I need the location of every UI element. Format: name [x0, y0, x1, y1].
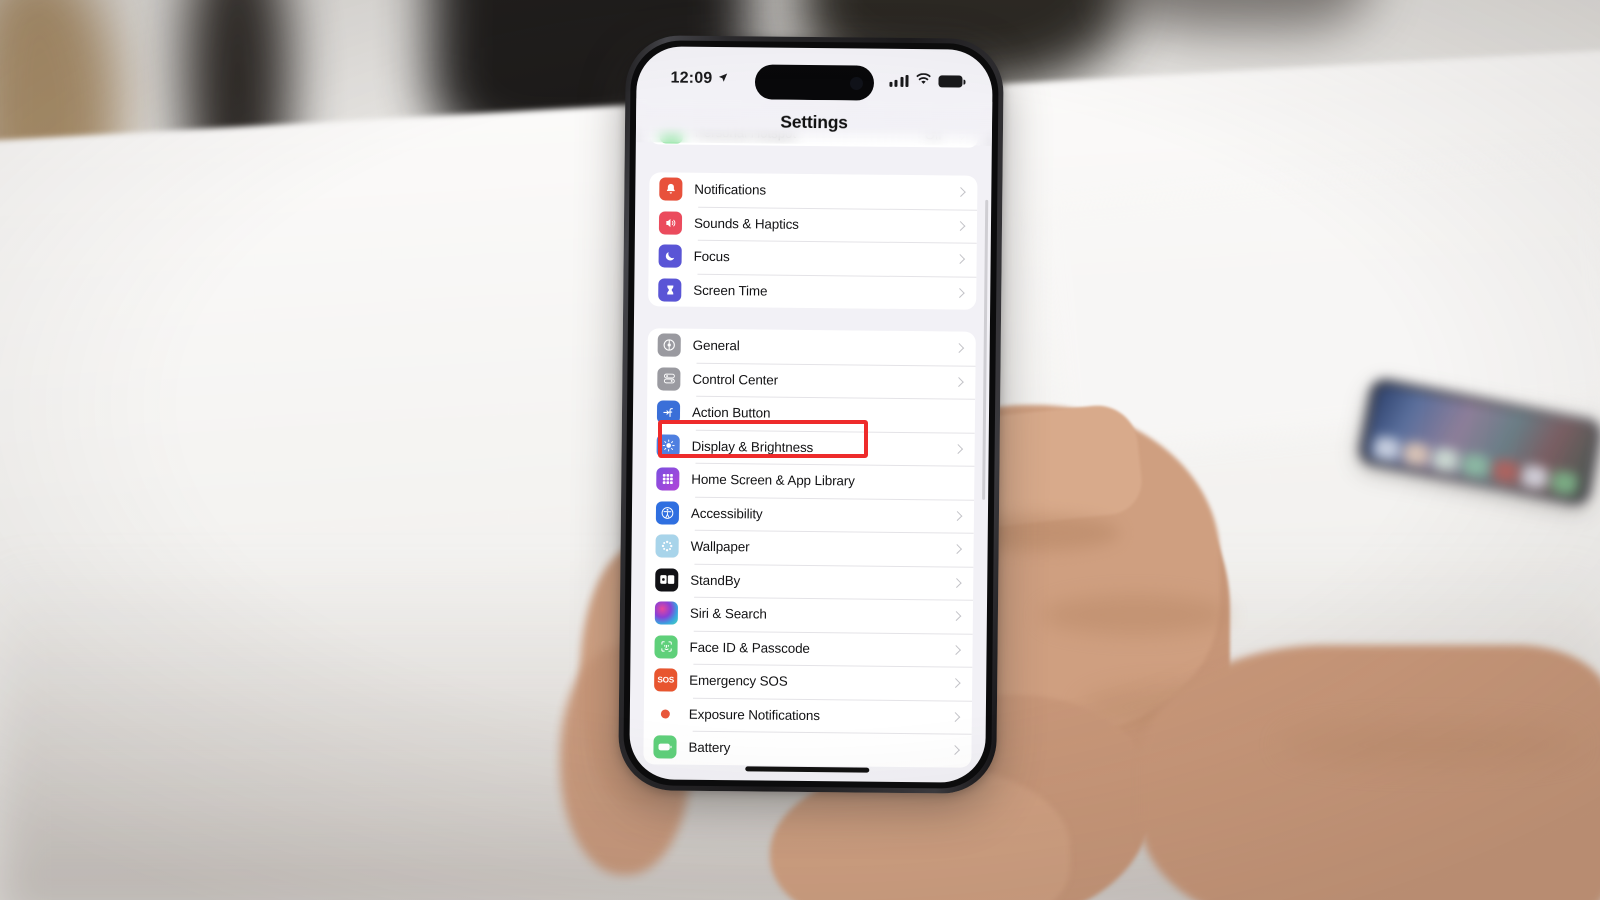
settings-row-action-button[interactable]: Action Button	[647, 395, 975, 432]
app-grid-icon	[656, 467, 680, 491]
settings-row-label: Exposure Notifications	[688, 706, 820, 723]
chevron-right-icon	[950, 711, 961, 722]
status-time: 12:09	[670, 69, 713, 87]
battery-green-icon	[653, 735, 677, 759]
chevron-right-icon	[950, 678, 961, 689]
chevron-right-icon	[951, 644, 961, 655]
settings-row-label: Sounds & Haptics	[693, 215, 799, 232]
face-id-icon	[654, 635, 678, 659]
hourglass-icon	[658, 278, 682, 302]
settings-row-label: Battery	[688, 739, 731, 756]
settings-row-accessibility[interactable]: Accessibility	[646, 496, 974, 533]
cellular-signal-icon	[889, 74, 909, 88]
settings-row-label: Accessibility	[690, 505, 763, 522]
settings-row-control-center[interactable]: Control Center	[647, 362, 975, 399]
settings-row-emergency-sos[interactable]: SOS Emergency SOS	[644, 663, 972, 700]
navigation-bar: Settings	[635, 98, 993, 146]
battery-icon	[938, 75, 963, 88]
settings-group-alerts: Notifications Sounds & Haptics Focus Scr…	[648, 172, 978, 310]
settings-list[interactable]: Personal Hotspot Off Notifications	[629, 46, 993, 783]
settings-row-display-brightness[interactable]: Display & Brightness	[646, 429, 974, 466]
bell-icon	[659, 177, 683, 201]
siri-icon	[654, 601, 679, 625]
chevron-right-icon	[952, 544, 963, 555]
accessibility-icon	[655, 501, 680, 525]
settings-row-standby[interactable]: StandBy	[645, 563, 973, 600]
speaker-icon	[658, 211, 683, 235]
wifi-icon	[915, 72, 931, 90]
settings-row-label: Screen Time	[693, 282, 768, 299]
dynamic-island[interactable]	[754, 64, 875, 101]
switches-icon	[657, 367, 681, 391]
settings-row-battery[interactable]: Battery	[643, 730, 971, 767]
settings-row-notifications[interactable]: Notifications	[649, 172, 977, 209]
exposure-dot-icon	[654, 702, 677, 725]
phone-screen: 12:09 Settings Notifications Sounds & Ha…	[629, 46, 993, 783]
chevron-right-icon	[951, 611, 962, 622]
status-bar-right	[889, 72, 963, 91]
front-camera-icon	[849, 76, 864, 90]
chevron-right-icon	[953, 443, 964, 454]
location-arrow-icon	[717, 70, 728, 88]
settings-row-label: StandBy	[690, 572, 741, 589]
sos-icon: SOS	[654, 668, 678, 692]
settings-row-general[interactable]: General	[648, 328, 976, 365]
settings-row-home-screen[interactable]: Home Screen & App Library	[646, 462, 974, 499]
action-button-icon	[656, 400, 681, 424]
sos-label: SOS	[657, 675, 675, 685]
gear-icon	[657, 333, 681, 357]
moon-icon	[658, 244, 682, 268]
iphone-device: 12:09 Settings Notifications Sounds & Ha…	[618, 35, 1004, 794]
settings-row-label: Home Screen & App Library	[691, 472, 855, 489]
page-title: Settings	[780, 111, 848, 132]
chevron-right-icon	[952, 510, 963, 521]
settings-row-wallpaper[interactable]: Wallpaper	[645, 529, 973, 566]
chevron-right-icon	[950, 745, 960, 756]
settings-row-label: Focus	[693, 249, 730, 265]
settings-row-siri-search[interactable]: Siri & Search	[645, 596, 973, 633]
settings-row-label: General	[692, 338, 740, 354]
chevron-right-icon	[954, 287, 965, 298]
status-bar-left: 12:09	[670, 70, 728, 89]
settings-row-label: Action Button	[691, 405, 771, 421]
wallpaper-icon	[655, 534, 679, 558]
chevron-right-icon	[955, 220, 966, 231]
settings-row-face-id[interactable]: Face ID & Passcode	[644, 630, 972, 667]
settings-row-label: Emergency SOS	[689, 672, 788, 690]
settings-row-label: Display & Brightness	[691, 438, 814, 455]
brightness-icon	[656, 434, 680, 458]
settings-row-label: Wallpaper	[690, 538, 750, 555]
standby-icon	[655, 568, 679, 592]
settings-row-label: Notifications	[694, 182, 767, 198]
chevron-right-icon	[954, 343, 965, 354]
settings-group-system: General Control Center Action Button Dis…	[643, 328, 976, 768]
chevron-right-icon	[955, 187, 966, 198]
chevron-right-icon	[955, 254, 966, 265]
settings-row-focus[interactable]: Focus	[648, 239, 976, 276]
settings-row-label: Control Center	[692, 371, 779, 388]
settings-row-exposure-notifications[interactable]: Exposure Notifications	[644, 697, 972, 734]
chevron-right-icon	[951, 577, 962, 588]
settings-row-screen-time[interactable]: Screen Time	[648, 273, 976, 310]
settings-row-label: Siri & Search	[689, 605, 767, 622]
settings-row-sounds-haptics[interactable]: Sounds & Haptics	[649, 206, 977, 243]
chevron-right-icon	[953, 376, 964, 387]
settings-row-label: Face ID & Passcode	[689, 639, 810, 656]
